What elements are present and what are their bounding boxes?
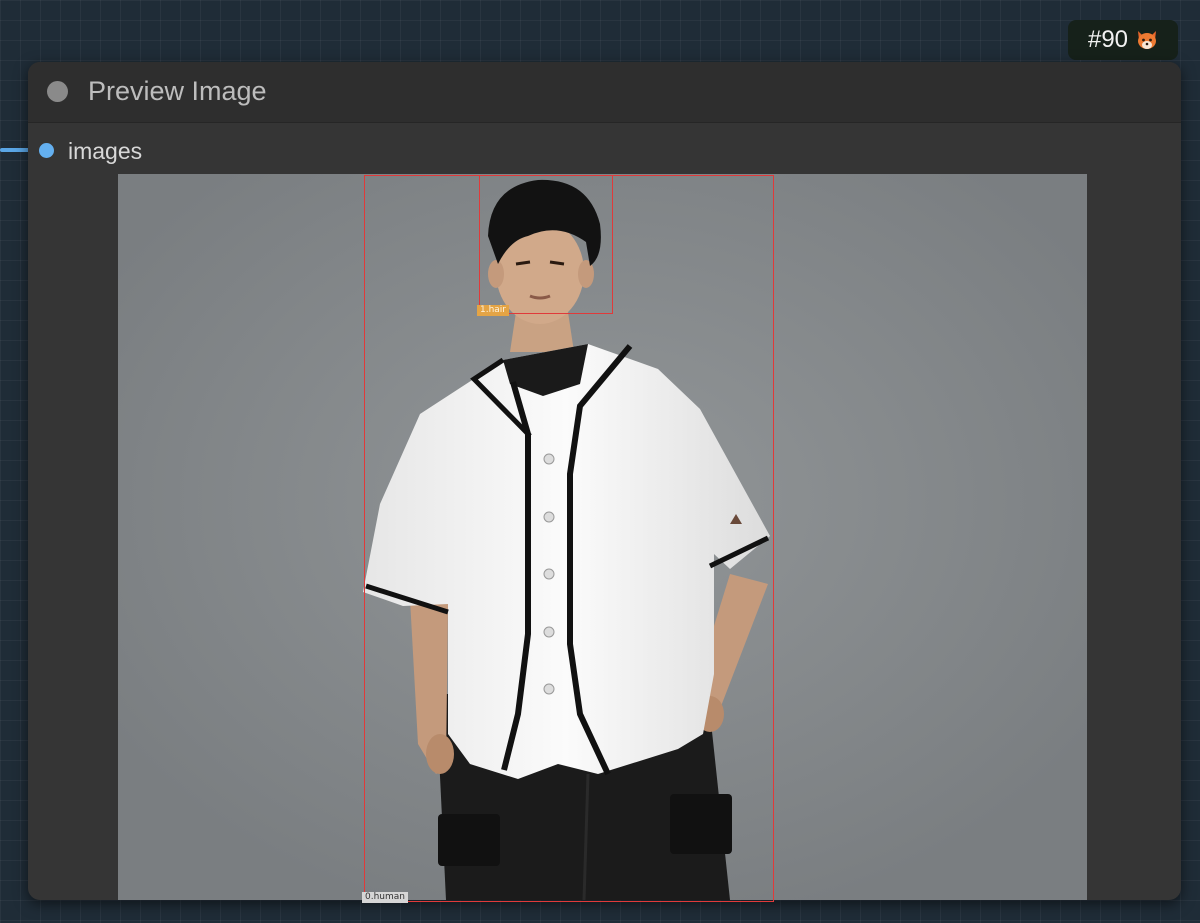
images-input-slot[interactable]: [39, 143, 54, 158]
input-link-wire: [0, 148, 30, 152]
collapse-toggle[interactable]: [47, 81, 68, 102]
human-detection-label: 0.human: [362, 892, 408, 903]
fox-face-icon: [1138, 31, 1157, 49]
hair-detection-box: [479, 175, 613, 314]
hair-detection-label: 1.hair: [477, 305, 510, 316]
node-id-badge: #90: [1068, 20, 1178, 60]
node-title: Preview Image: [88, 76, 267, 106]
node-id-text: #90: [1087, 26, 1129, 53]
node-header[interactable]: Preview Image: [28, 62, 1181, 123]
images-input-label: images: [68, 138, 143, 164]
